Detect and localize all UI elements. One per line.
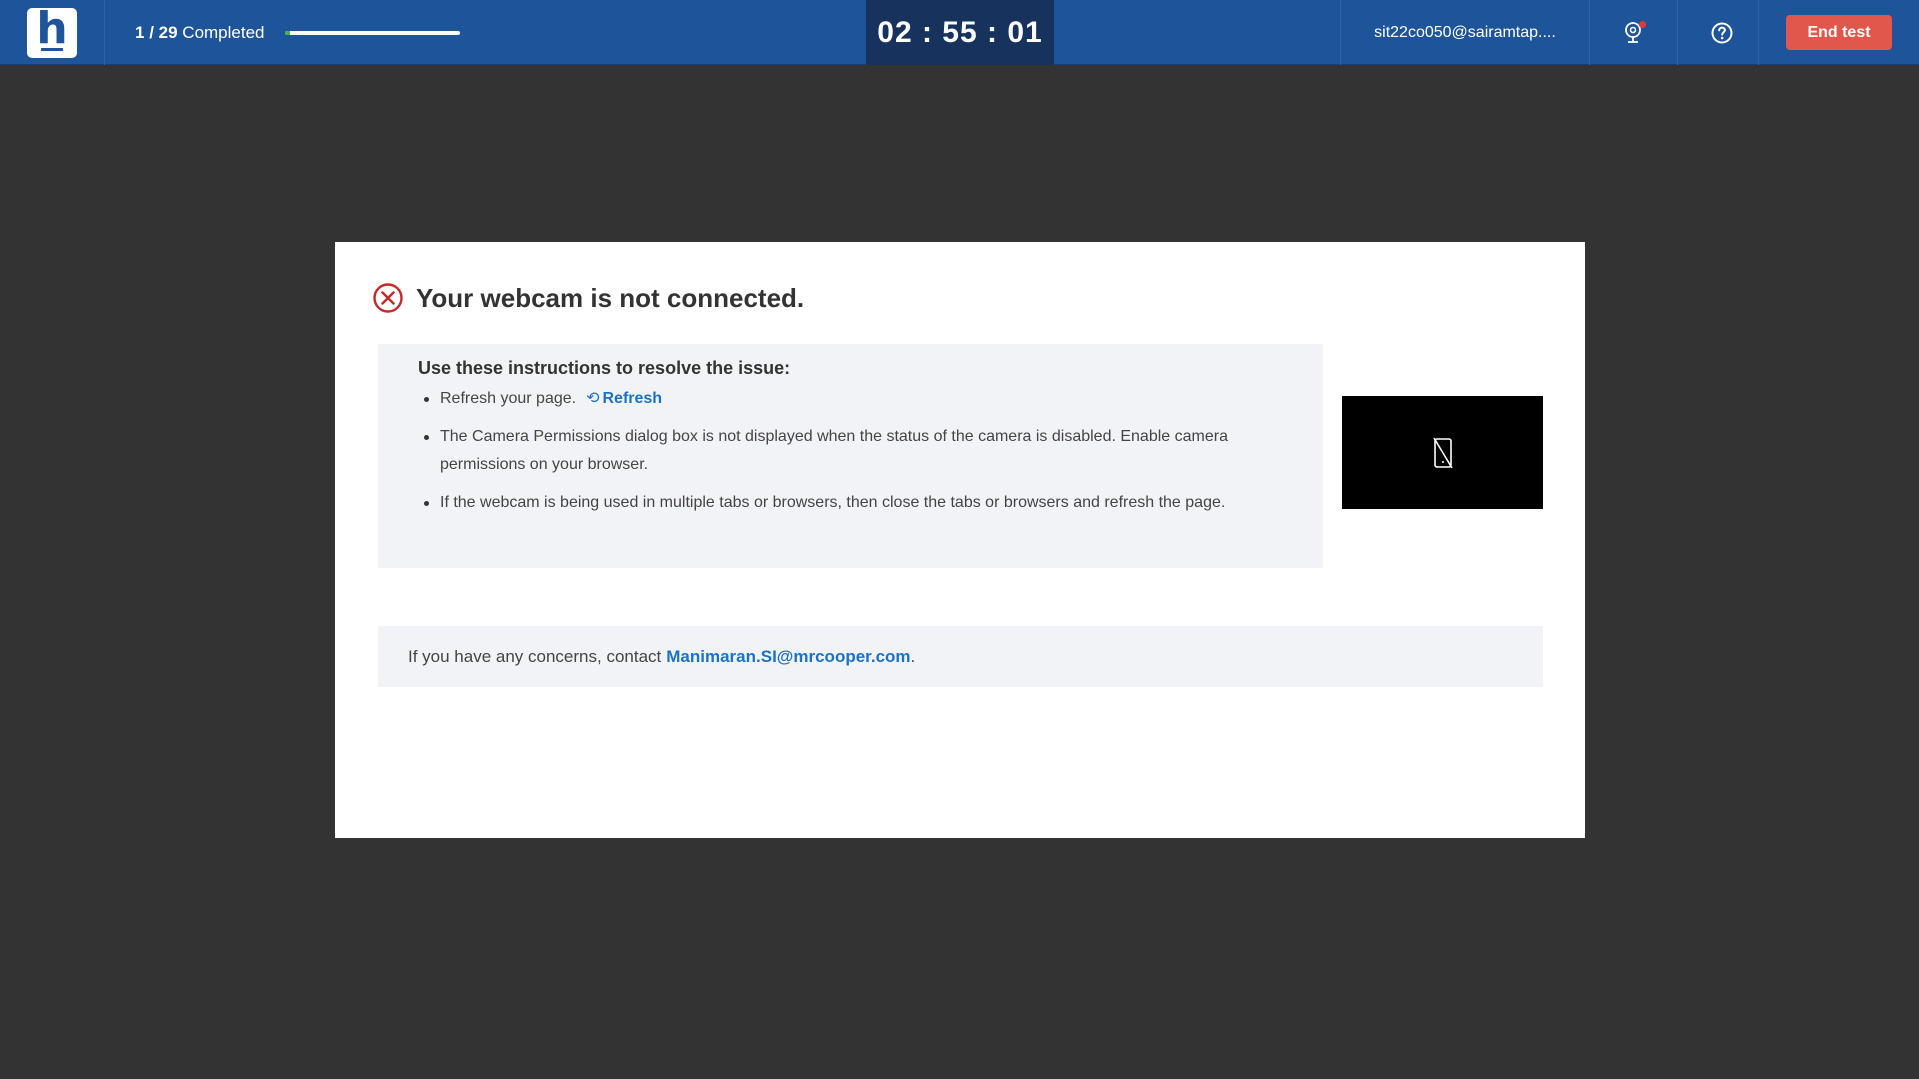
help-button[interactable] [1677,0,1765,65]
progress-bar-fill [284,30,291,35]
webcam-error-dialog: Your webcam is not connected. Use these … [335,242,1585,838]
logo-underline [41,47,63,51]
list-item: The Camera Permissions dialog box is not… [418,423,1283,479]
webcam-status-button[interactable] [1589,0,1677,65]
concerns-text: If you have any concerns, contact [408,646,662,666]
end-test-cell: End test [1758,0,1919,65]
concerns-panel: If you have any concerns, contact Manima… [378,626,1543,687]
refresh-label: Refresh [602,390,663,407]
logo-cell: h [0,0,105,65]
user-email[interactable]: sit22co050@sairamtap.... [1340,0,1589,65]
concerns-suffix: . [910,646,916,666]
progress-bar [284,30,460,35]
webcam-icon [1621,20,1647,46]
refresh-icon: ⟲ [586,390,600,407]
instruction-text: Refresh your page. [440,390,577,407]
logo-letter: h [36,2,68,54]
webcam-preview [1342,396,1543,509]
error-circle-x-icon [373,283,403,313]
instructions-panel: Use these instructions to resolve the is… [378,344,1323,568]
hackerearth-logo[interactable]: h [27,2,77,58]
dialog-header: Your webcam is not connected. [372,282,804,314]
countdown-timer: 02 : 55 : 01 [866,0,1054,65]
help-icon [1711,22,1732,43]
progress-text: 1 / 29 Completed [135,22,265,42]
list-item: If the webcam is being used in multiple … [418,489,1283,517]
top-bar: h 1 / 29 Completed 02 : 55 : 01 sit22co0… [0,0,1919,65]
instructions-heading: Use these instructions to resolve the is… [418,358,791,378]
refresh-link[interactable]: ⟲ Refresh [586,390,662,407]
instructions-list: Refresh your page. ⟲ Refresh The Camera Pe… [418,385,1283,517]
list-item: Refresh your page. ⟲ Refresh [418,385,1283,413]
progress-section: 1 / 29 Completed [135,0,835,65]
camera-off-icon [1432,437,1453,468]
alert-dot [1638,20,1646,28]
contact-email-link[interactable]: Manimaran.SI@mrcooper.com [666,647,910,667]
dialog-title: Your webcam is not connected. [416,282,805,313]
end-test-button[interactable]: End test [1786,15,1892,50]
